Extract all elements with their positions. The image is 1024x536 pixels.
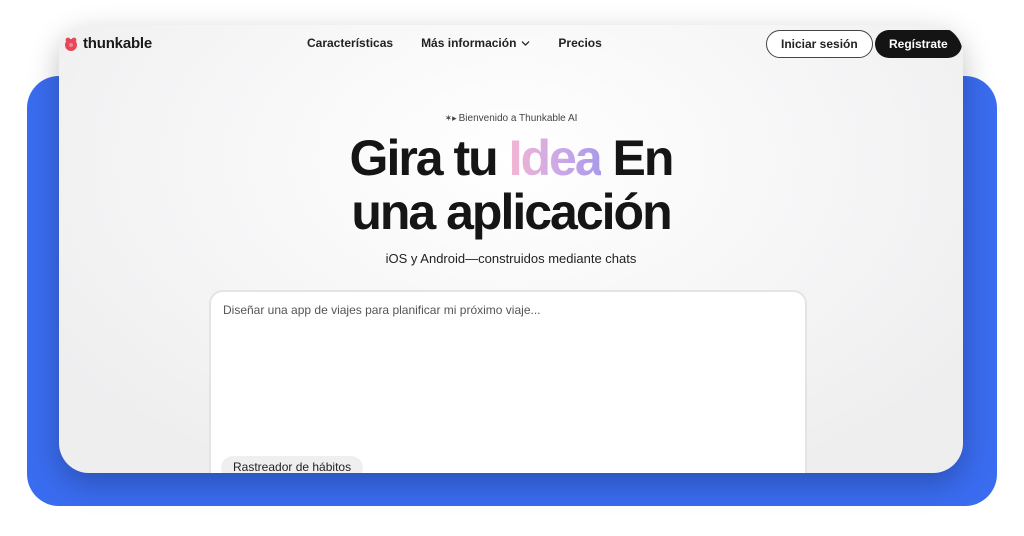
- top-nav: thunkable Características Más informació…: [59, 25, 963, 63]
- hero-subtitle: iOS y Android—construidos mediante chats: [385, 251, 637, 266]
- welcome-badge: ✶▸ Bienvenido a Thunkable AI: [59, 113, 963, 124]
- headline-part2: En: [600, 130, 675, 186]
- sparkle-arrow-icon: ✶▸: [444, 113, 457, 123]
- prompt-input[interactable]: [221, 302, 795, 318]
- brand-name: thunkable: [83, 35, 153, 52]
- welcome-text: Bienvenido a Thunkable AI: [458, 113, 578, 124]
- nav-link-more-info[interactable]: Más información: [421, 36, 530, 50]
- login-button[interactable]: Iniciar sesión: [766, 30, 873, 58]
- nav-link-features[interactable]: Características: [307, 36, 393, 50]
- headline-part1: Gira tu: [349, 130, 509, 186]
- stage: thunkable Características Más informació…: [0, 0, 1024, 536]
- thunkable-logo-icon: [63, 36, 79, 52]
- nav-links: Características Más información Precios: [307, 36, 602, 50]
- brand-logo[interactable]: thunkable: [63, 35, 152, 52]
- headline-line2: una aplicación: [351, 184, 672, 240]
- browser-window: thunkable Características Más informació…: [59, 25, 963, 473]
- nav-link-label: Más información: [421, 36, 517, 50]
- page-title: Gira tu Idea En una aplicación: [59, 131, 963, 239]
- nav-link-label: Precios: [558, 36, 602, 50]
- chevron-down-icon: [522, 40, 530, 46]
- suggestion-chip-habit-tracker[interactable]: Rastreador de hábitos: [221, 456, 364, 473]
- headline-highlight: Idea: [508, 130, 603, 186]
- prompt-box: Rastreador de hábitos: [209, 290, 807, 473]
- nav-link-label: Características: [307, 36, 394, 50]
- nav-link-pricing[interactable]: Precios: [558, 36, 601, 50]
- register-button[interactable]: Regístrate: [875, 30, 962, 58]
